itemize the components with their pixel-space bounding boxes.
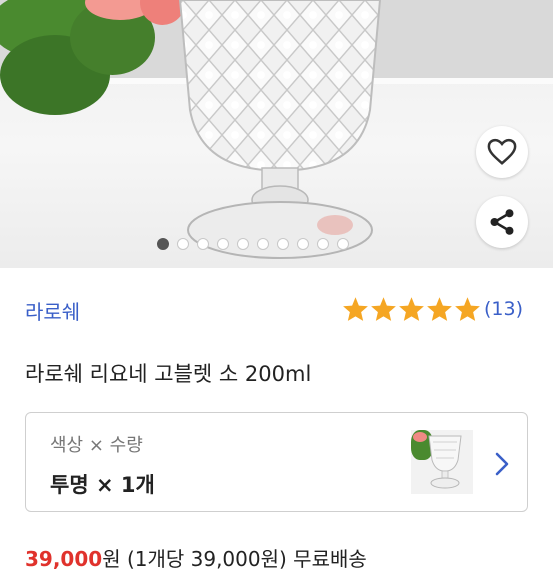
carousel-dot[interactable] xyxy=(277,238,289,250)
star-icon xyxy=(455,297,480,321)
carousel-dot[interactable] xyxy=(217,238,229,250)
star-icon xyxy=(399,297,424,321)
carousel-dot[interactable] xyxy=(337,238,349,250)
option-value: 투명 × 1개 xyxy=(50,473,155,497)
carousel-dot[interactable] xyxy=(237,238,249,250)
product-image[interactable] xyxy=(0,0,553,268)
crystal-goblet xyxy=(178,0,382,259)
price-row: 39,000원 (1개당 39,000원) 무료배송 xyxy=(25,543,367,572)
product-title: 라로쉐 리요네 고블렛 소 200ml xyxy=(25,362,312,386)
carousel-indicator xyxy=(157,238,349,250)
price-value: 39,000 xyxy=(25,547,103,571)
star-icon xyxy=(371,297,396,321)
star-icon xyxy=(343,297,368,321)
star-icon xyxy=(427,297,452,321)
carousel-dot[interactable] xyxy=(197,238,209,250)
carousel-dot[interactable] xyxy=(157,238,169,250)
wishlist-button[interactable] xyxy=(476,126,528,178)
heart-outline-icon xyxy=(487,138,517,165)
rating-stars[interactable] xyxy=(342,296,481,322)
carousel-dot[interactable] xyxy=(177,238,189,250)
option-thumbnail xyxy=(411,430,473,494)
carousel-dot[interactable] xyxy=(317,238,329,250)
brand-link[interactable]: 라로쉐 xyxy=(25,296,80,325)
share-button[interactable] xyxy=(476,196,528,248)
review-count[interactable]: (13) xyxy=(484,298,523,320)
price-detail: 원 (1개당 39,000원) 무료배송 xyxy=(102,547,367,571)
carousel-dot[interactable] xyxy=(257,238,269,250)
option-selector[interactable]: 색상 × 수량 투명 × 1개 xyxy=(25,412,528,512)
share-icon xyxy=(490,209,514,235)
option-label: 색상 × 수량 xyxy=(50,435,143,456)
chevron-right-icon xyxy=(495,452,509,476)
carousel-dot[interactable] xyxy=(297,238,309,250)
